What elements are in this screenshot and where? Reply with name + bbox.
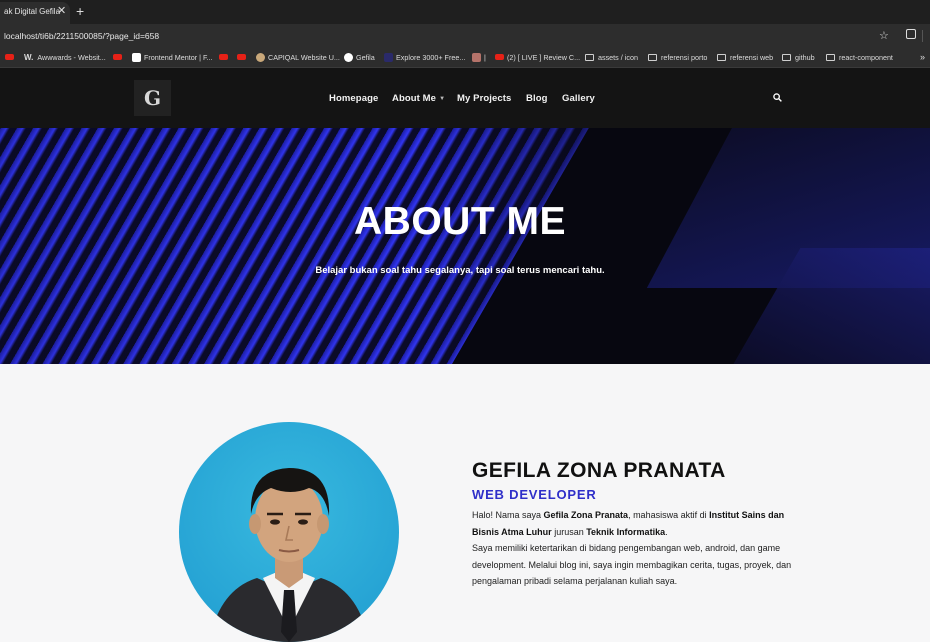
profile-bio: Halo! Nama saya Gefila Zona Pranata, mah… <box>472 510 792 586</box>
bookmark-folder-web[interactable]: referensi web <box>717 52 773 64</box>
bookmark-capiqal[interactable]: CAPIQAL Website U... <box>256 52 340 64</box>
bookmark-frontend-mentor[interactable]: Frontend Mentor | F... <box>132 52 213 64</box>
tab-title: ak Digital Gefila <box>4 7 61 16</box>
page-title: ABOUT ME <box>354 200 566 243</box>
bookmark-youtube-2[interactable] <box>113 52 125 64</box>
address-bar: localhost/ti6b/2211500085/?page_id=658 ☆ <box>0 24 930 48</box>
person-portrait-icon <box>209 468 369 642</box>
nav-gallery[interactable]: Gallery <box>562 93 595 104</box>
profile-photo <box>179 422 399 642</box>
youtube-icon <box>5 54 14 61</box>
extensions-icon[interactable] <box>906 29 916 39</box>
close-tab-icon[interactable]: ✕ <box>57 4 66 18</box>
youtube-icon <box>237 54 246 61</box>
site-header: G Homepage About Me ▼ My Projects Blog Ga… <box>0 68 930 128</box>
bookmark-folder-porto[interactable]: referensi porto <box>648 52 707 64</box>
browser-tabbar: ak Digital Gefila ✕ + <box>0 0 930 24</box>
bookmarks-bar: W. Awwwards - Websit... Frontend Mentor |… <box>0 48 930 68</box>
youtube-icon <box>495 54 504 61</box>
about-section: GEFILA ZONA PRANATA WEB DEVELOPER Halo! … <box>0 364 930 642</box>
hero-banner: ABOUT ME Belajar bukan soal tahu segalan… <box>0 128 930 364</box>
bookmark-folder-assets[interactable]: assets / icon <box>585 52 638 64</box>
bookmark-explore[interactable]: Explore 3000+ Free... <box>384 52 465 64</box>
nav-homepage[interactable]: Homepage <box>329 93 378 104</box>
profile-role: WEB DEVELOPER <box>472 487 597 502</box>
bookmark-folder-react[interactable]: react-component <box>826 52 893 64</box>
bookmark-live-review[interactable]: (2) [ LIVE ] Review C... <box>495 52 580 64</box>
url-field[interactable]: localhost/ti6b/2211500085/?page_id=658 <box>4 31 159 41</box>
chevron-down-icon: ▼ <box>439 96 446 102</box>
folder-icon <box>826 53 835 61</box>
bookmark-youtube-3[interactable] <box>219 52 231 64</box>
github-icon <box>344 52 353 62</box>
youtube-icon <box>113 54 122 61</box>
capiqal-icon <box>256 52 265 62</box>
frontend-mentor-icon <box>132 52 141 62</box>
bookmark-awwwards[interactable]: W. Awwwards - Websit... <box>24 52 106 64</box>
nav-blog[interactable]: Blog <box>526 93 548 104</box>
app-icon <box>472 52 481 62</box>
nav-my-projects[interactable]: My Projects <box>457 93 511 104</box>
youtube-icon <box>219 54 228 61</box>
bookmark-star-icon[interactable]: ☆ <box>879 29 889 42</box>
folder-icon <box>717 53 726 61</box>
folder-icon <box>648 53 657 61</box>
profile-name: GEFILA ZONA PRANATA <box>472 459 726 482</box>
site-logo[interactable]: G <box>134 80 171 116</box>
folder-icon <box>585 53 594 61</box>
bookmark-youtube-1[interactable] <box>5 52 17 64</box>
awwwards-icon: W. <box>24 53 34 62</box>
new-tab-icon[interactable]: + <box>76 3 84 19</box>
bookmark-app[interactable]: | <box>472 52 486 64</box>
ui-icon <box>384 52 393 62</box>
bookmark-folder-github[interactable]: github <box>782 52 815 64</box>
bookmark-youtube-4[interactable] <box>237 52 249 64</box>
bookmark-gefila-github[interactable]: Gefila <box>344 52 375 64</box>
folder-icon <box>782 53 791 61</box>
toolbar-divider <box>922 30 923 42</box>
more-bookmarks-icon[interactable]: » <box>920 52 925 62</box>
hero-subtitle: Belajar bukan soal tahu segalanya, tapi … <box>315 265 605 276</box>
nav-about-me[interactable]: About Me ▼ <box>392 93 445 104</box>
search-icon[interactable] <box>773 93 782 102</box>
